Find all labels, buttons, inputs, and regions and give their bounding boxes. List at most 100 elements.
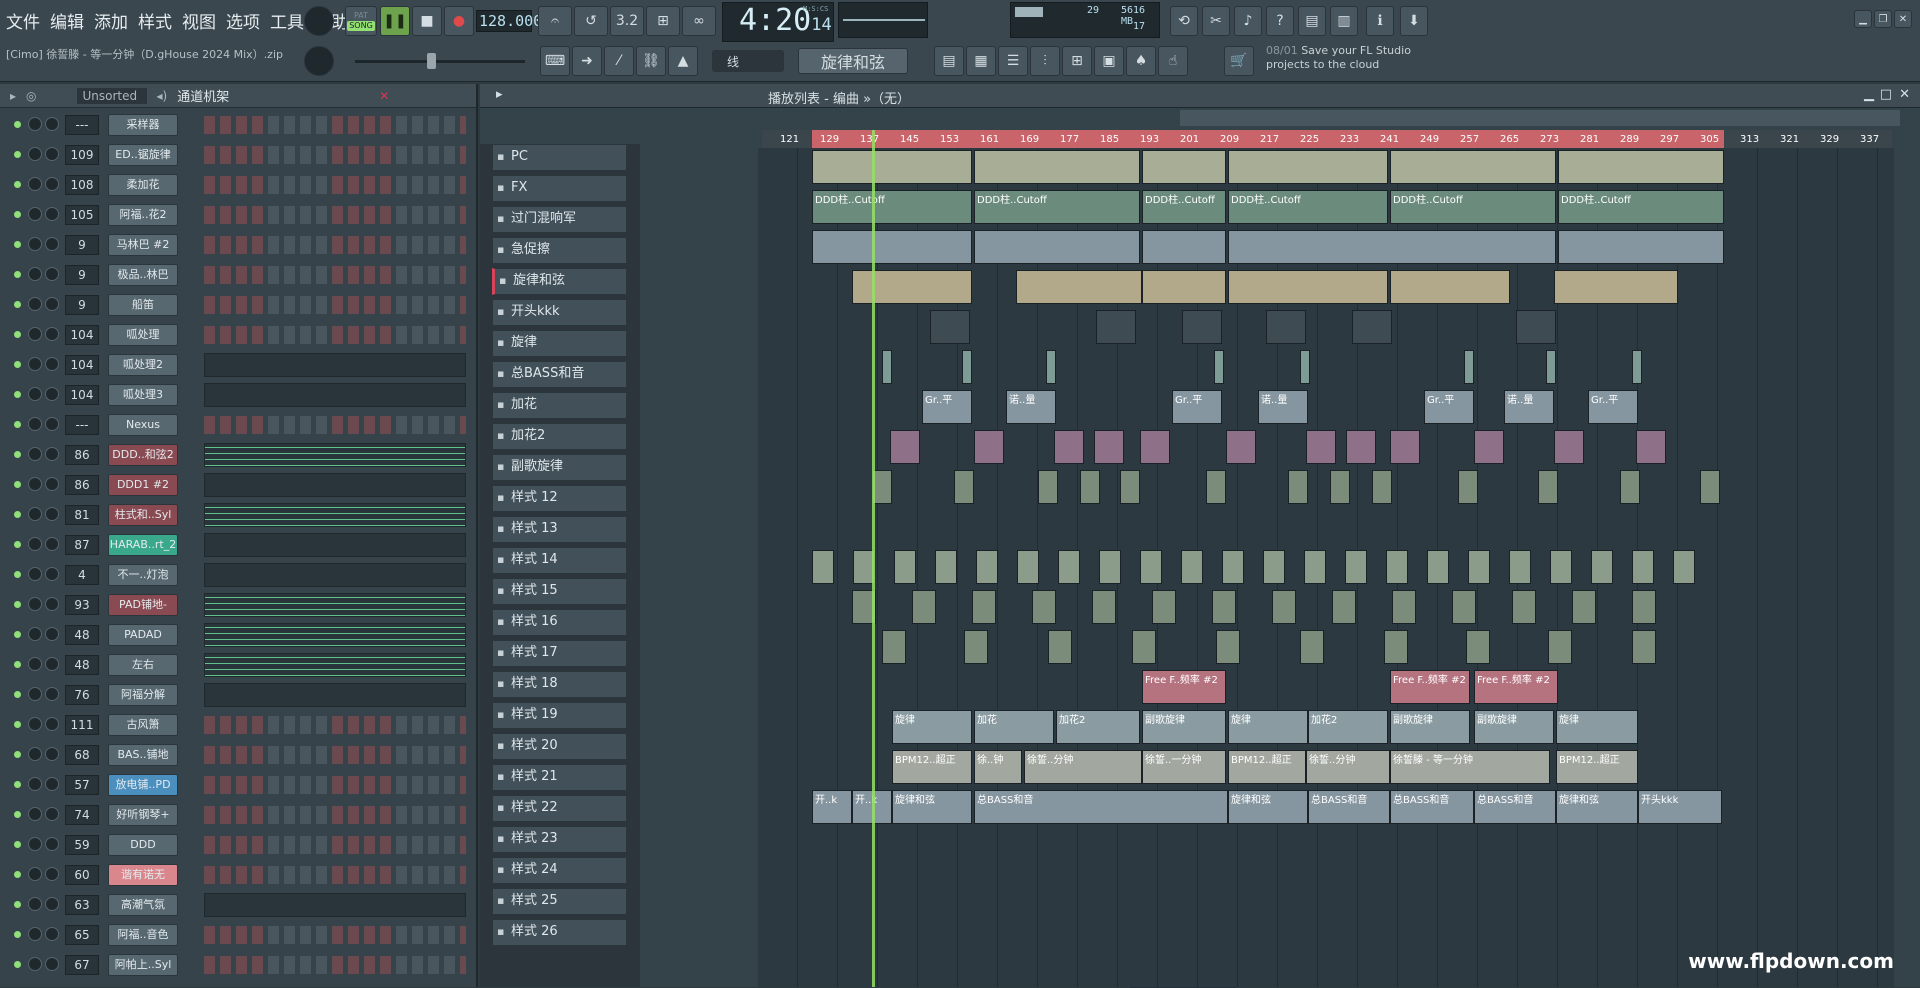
channel-pan-knob[interactable] (28, 897, 42, 911)
playlist-clip[interactable]: 诺..量 (1258, 390, 1308, 424)
step-edit-icon[interactable]: ⊞ (646, 6, 680, 36)
channel-pan-knob[interactable] (28, 807, 42, 821)
channel-volume-knob[interactable] (45, 627, 59, 641)
channel-mute-led[interactable] (14, 751, 21, 758)
channel-name-button[interactable]: 阿福..音色 (108, 924, 178, 946)
playlist-clip[interactable] (1216, 630, 1240, 664)
playlist-clip[interactable] (976, 550, 998, 584)
pattern-item[interactable]: 样式 17 (492, 640, 627, 667)
playlist-clip[interactable] (1632, 630, 1656, 664)
playlist-clip[interactable] (1288, 470, 1308, 504)
channel-volume-knob[interactable] (45, 897, 59, 911)
playlist-clip[interactable] (1384, 630, 1408, 664)
playlist-clip[interactable] (1182, 310, 1222, 344)
channel-pan-knob[interactable] (28, 927, 42, 941)
channel-pan-knob[interactable] (28, 327, 42, 341)
playlist-clip[interactable]: 开头kkk (1638, 790, 1722, 824)
playlist-clip[interactable]: 徐誓..一分钟 (1142, 750, 1226, 784)
channel-mute-led[interactable] (14, 511, 21, 518)
playlist-clip[interactable] (1214, 350, 1224, 384)
close-window-icon[interactable]: ✕ (1894, 10, 1912, 28)
pattern-item[interactable]: 旋律和弦 (492, 268, 627, 295)
snap-select[interactable]: 线 (712, 50, 784, 72)
channel-mixer-track[interactable]: 111 (65, 715, 99, 735)
menu-file[interactable]: 文件 (4, 8, 42, 33)
channel-row[interactable]: 67 阿帕上..Syl (8, 952, 468, 978)
channel-pan-knob[interactable] (28, 687, 42, 701)
channel-rack-icon[interactable]: ☰ (998, 46, 1028, 76)
channel-mute-led[interactable] (14, 271, 21, 278)
pattern-item[interactable]: 副歌旋律 (492, 454, 627, 481)
channel-step-sequencer[interactable] (204, 683, 466, 707)
channel-mute-led[interactable] (14, 151, 21, 158)
channel-volume-knob[interactable] (45, 927, 59, 941)
channel-step-sequencer[interactable] (204, 116, 466, 134)
channel-volume-knob[interactable] (45, 207, 59, 221)
channel-mute-led[interactable] (14, 181, 21, 188)
playlist-clip[interactable]: BPM12..超正 (892, 750, 972, 784)
channel-pan-knob[interactable] (28, 207, 42, 221)
playlist-clip[interactable] (1132, 630, 1156, 664)
channel-mute-led[interactable] (14, 391, 21, 398)
channel-name-button[interactable]: 左右 (108, 654, 178, 676)
channel-name-button[interactable]: Nexus (108, 414, 178, 436)
channel-pan-knob[interactable] (28, 717, 42, 731)
channel-step-sequencer[interactable] (204, 473, 466, 497)
metronome-icon[interactable]: 𝄐 (538, 6, 572, 36)
playlist-clip[interactable]: DDD柱..Cutoff (974, 190, 1140, 224)
playlist-clip[interactable] (1591, 550, 1613, 584)
channel-mixer-track[interactable]: 63 (65, 895, 99, 915)
pattern-item[interactable]: 样式 25 (492, 888, 627, 915)
playlist-clip[interactable] (1140, 550, 1162, 584)
channel-pan-knob[interactable] (28, 747, 42, 761)
song-mode-toggle[interactable]: PAT SONG (345, 6, 377, 36)
channel-mixer-track[interactable]: 104 (65, 385, 99, 405)
playlist-clip[interactable]: BPM12..超正 (1228, 750, 1306, 784)
channel-row[interactable]: 9 马林巴 #2 (8, 232, 468, 258)
playlist-clip[interactable]: Free F..频率 #2 (1142, 670, 1226, 704)
playlist-close-icon[interactable]: ✕ (1899, 87, 1910, 102)
playlist-clip[interactable]: 总BASS和音 (1390, 790, 1474, 824)
playlist-clip[interactable] (1181, 550, 1203, 584)
playlist-clip[interactable] (1206, 470, 1226, 504)
channel-name-button[interactable]: DDD..和弦2 (108, 444, 178, 466)
channel-pan-knob[interactable] (28, 777, 42, 791)
playlist-clip[interactable]: 总BASS和音 (1308, 790, 1390, 824)
playlist-clip[interactable]: 开..k (812, 790, 852, 824)
channel-step-sequencer[interactable] (204, 416, 466, 434)
pattern-item[interactable]: 样式 24 (492, 857, 627, 884)
channel-mute-led[interactable] (14, 451, 21, 458)
channel-row[interactable]: 48 PADAD (8, 622, 468, 648)
pattern-item[interactable]: PC (492, 144, 627, 171)
channel-mute-led[interactable] (14, 601, 21, 608)
playhead[interactable] (872, 130, 875, 987)
playlist-clip[interactable] (974, 150, 1140, 184)
playlist-clip[interactable] (1546, 350, 1556, 384)
pitch-knob[interactable] (304, 46, 334, 76)
playlist-clip[interactable] (1080, 470, 1100, 504)
channel-mute-led[interactable] (14, 361, 21, 368)
playlist-clip[interactable] (1474, 430, 1504, 464)
pattern-item[interactable]: 开头kkk (492, 299, 627, 326)
channel-name-button[interactable]: 马林巴 #2 (108, 234, 178, 256)
channel-volume-knob[interactable] (45, 117, 59, 131)
playlist-clip[interactable] (1468, 550, 1490, 584)
playlist-clip[interactable] (1228, 270, 1388, 304)
playlist-clip[interactable]: DDD柱..Cutoff (1390, 190, 1556, 224)
menu-patterns[interactable]: 样式 (136, 8, 174, 33)
channel-row[interactable]: 48 左右 (8, 652, 468, 678)
playlist-clip[interactable]: 旋律和弦 (1228, 790, 1308, 824)
channel-volume-knob[interactable] (45, 357, 59, 371)
playlist-clip[interactable] (1096, 310, 1136, 344)
channel-mixer-track[interactable]: 105 (65, 205, 99, 225)
swing-icon[interactable]: ◎ (26, 89, 36, 103)
channel-mixer-track[interactable]: 76 (65, 685, 99, 705)
pattern-item[interactable]: 急促擦 (492, 237, 627, 264)
channel-name-button[interactable]: PADAD (108, 624, 178, 646)
channel-pan-knob[interactable] (28, 657, 42, 671)
playlist-clip[interactable] (882, 350, 892, 384)
channel-name-button[interactable]: 采样器 (108, 114, 178, 136)
menu-tools[interactable]: 工具 (268, 8, 306, 33)
channel-volume-knob[interactable] (45, 417, 59, 431)
channel-step-sequencer[interactable] (204, 266, 466, 284)
